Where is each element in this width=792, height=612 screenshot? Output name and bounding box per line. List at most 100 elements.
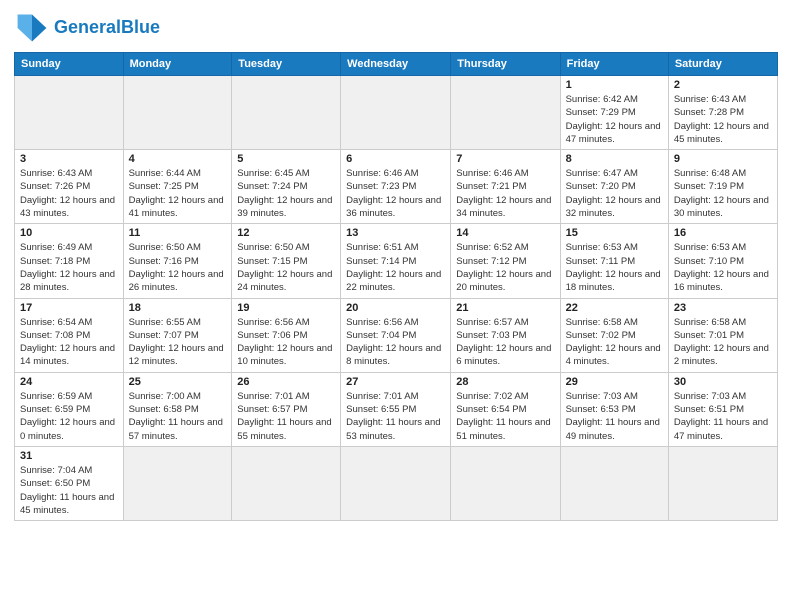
day-number: 20 (346, 302, 445, 314)
day-info: Sunrise: 7:01 AM Sunset: 6:57 PM Dayligh… (237, 390, 335, 443)
day-info: Sunrise: 6:56 AM Sunset: 7:06 PM Dayligh… (237, 316, 335, 369)
day-cell: 9 Sunrise: 6:48 AM Sunset: 7:19 PM Daylig… (668, 150, 777, 224)
day-info: Sunrise: 6:53 AM Sunset: 7:10 PM Dayligh… (674, 241, 772, 294)
day-info: Sunrise: 6:50 AM Sunset: 7:15 PM Dayligh… (237, 241, 335, 294)
day-info: Sunrise: 7:03 AM Sunset: 6:51 PM Dayligh… (674, 390, 772, 443)
day-number: 28 (456, 376, 554, 388)
day-cell (232, 446, 341, 520)
day-info: Sunrise: 6:50 AM Sunset: 7:16 PM Dayligh… (129, 241, 227, 294)
day-number: 8 (566, 153, 663, 165)
day-number: 6 (346, 153, 445, 165)
day-cell: 22Sunrise: 6:58 AM Sunset: 7:02 PM Dayli… (560, 298, 668, 372)
day-cell: 27 Sunrise: 7:01 AM Sunset: 6:55 PM Dayli… (341, 372, 451, 446)
day-number: 22 (566, 302, 663, 314)
week-row-5: 24 Sunrise: 6:59 AM Sunset: 6:59 PM Dayli… (15, 372, 778, 446)
weekday-sunday: Sunday (15, 53, 124, 76)
day-info: Sunrise: 6:44 AM Sunset: 7:25 PM Dayligh… (129, 167, 227, 220)
day-info: Sunrise: 6:43 AM Sunset: 7:28 PM Dayligh… (674, 93, 772, 146)
weekday-monday: Monday (123, 53, 232, 76)
logo-general: General (54, 17, 121, 37)
day-number: 4 (129, 153, 227, 165)
day-number: 1 (566, 79, 663, 91)
day-number: 7 (456, 153, 554, 165)
day-cell: 6 Sunrise: 6:46 AM Sunset: 7:23 PM Daylig… (341, 150, 451, 224)
day-number: 25 (129, 376, 227, 388)
day-cell: 4 Sunrise: 6:44 AM Sunset: 7:25 PM Daylig… (123, 150, 232, 224)
calendar: SundayMondayTuesdayWednesdayThursdayFrid… (14, 52, 778, 521)
day-number: 5 (237, 153, 335, 165)
day-cell: 28Sunrise: 7:02 AM Sunset: 6:54 PM Dayli… (451, 372, 560, 446)
day-info: Sunrise: 6:42 AM Sunset: 7:29 PM Dayligh… (566, 93, 663, 146)
logo: GeneralBlue (14, 10, 160, 46)
weekday-wednesday: Wednesday (341, 53, 451, 76)
day-cell: 15 Sunrise: 6:53 AM Sunset: 7:11 PM Dayli… (560, 224, 668, 298)
day-cell: 31Sunrise: 7:04 AM Sunset: 6:50 PM Dayli… (15, 446, 124, 520)
day-info: Sunrise: 6:51 AM Sunset: 7:14 PM Dayligh… (346, 241, 445, 294)
day-cell: 14Sunrise: 6:52 AM Sunset: 7:12 PM Dayli… (451, 224, 560, 298)
week-row-3: 10 Sunrise: 6:49 AM Sunset: 7:18 PM Dayli… (15, 224, 778, 298)
day-number: 15 (566, 227, 663, 239)
day-info: Sunrise: 6:56 AM Sunset: 7:04 PM Dayligh… (346, 316, 445, 369)
weekday-header-row: SundayMondayTuesdayWednesdayThursdayFrid… (15, 53, 778, 76)
day-cell (560, 446, 668, 520)
day-number: 29 (566, 376, 663, 388)
day-cell: 24 Sunrise: 6:59 AM Sunset: 6:59 PM Dayli… (15, 372, 124, 446)
day-info: Sunrise: 6:55 AM Sunset: 7:07 PM Dayligh… (129, 316, 227, 369)
day-cell (123, 76, 232, 150)
day-cell: 11Sunrise: 6:50 AM Sunset: 7:16 PM Dayli… (123, 224, 232, 298)
day-cell (341, 446, 451, 520)
day-info: Sunrise: 6:59 AM Sunset: 6:59 PM Dayligh… (20, 390, 118, 443)
day-number: 2 (674, 79, 772, 91)
day-info: Sunrise: 6:45 AM Sunset: 7:24 PM Dayligh… (237, 167, 335, 220)
day-info: Sunrise: 6:54 AM Sunset: 7:08 PM Dayligh… (20, 316, 118, 369)
day-cell: 26Sunrise: 7:01 AM Sunset: 6:57 PM Dayli… (232, 372, 341, 446)
week-row-6: 31Sunrise: 7:04 AM Sunset: 6:50 PM Dayli… (15, 446, 778, 520)
day-number: 9 (674, 153, 772, 165)
day-number: 18 (129, 302, 227, 314)
day-info: Sunrise: 6:43 AM Sunset: 7:26 PM Dayligh… (20, 167, 118, 220)
day-number: 19 (237, 302, 335, 314)
day-cell: 30 Sunrise: 7:03 AM Sunset: 6:51 PM Dayli… (668, 372, 777, 446)
day-number: 24 (20, 376, 118, 388)
week-row-1: 1 Sunrise: 6:42 AM Sunset: 7:29 PM Daylig… (15, 76, 778, 150)
day-cell (451, 76, 560, 150)
week-row-2: 3 Sunrise: 6:43 AM Sunset: 7:26 PM Daylig… (15, 150, 778, 224)
day-cell (341, 76, 451, 150)
day-number: 10 (20, 227, 118, 239)
day-cell: 1 Sunrise: 6:42 AM Sunset: 7:29 PM Daylig… (560, 76, 668, 150)
day-cell: 16 Sunrise: 6:53 AM Sunset: 7:10 PM Dayli… (668, 224, 777, 298)
logo-icon (14, 10, 50, 46)
day-cell: 12Sunrise: 6:50 AM Sunset: 7:15 PM Dayli… (232, 224, 341, 298)
day-number: 16 (674, 227, 772, 239)
day-number: 27 (346, 376, 445, 388)
header: GeneralBlue (14, 10, 778, 46)
day-cell (668, 446, 777, 520)
day-cell: 3 Sunrise: 6:43 AM Sunset: 7:26 PM Daylig… (15, 150, 124, 224)
day-cell: 2 Sunrise: 6:43 AM Sunset: 7:28 PM Daylig… (668, 76, 777, 150)
day-number: 21 (456, 302, 554, 314)
day-info: Sunrise: 7:01 AM Sunset: 6:55 PM Dayligh… (346, 390, 445, 443)
day-cell: 7 Sunrise: 6:46 AM Sunset: 7:21 PM Daylig… (451, 150, 560, 224)
day-info: Sunrise: 6:49 AM Sunset: 7:18 PM Dayligh… (20, 241, 118, 294)
day-number: 3 (20, 153, 118, 165)
day-info: Sunrise: 6:48 AM Sunset: 7:19 PM Dayligh… (674, 167, 772, 220)
logo-text: GeneralBlue (54, 18, 160, 38)
day-info: Sunrise: 6:46 AM Sunset: 7:21 PM Dayligh… (456, 167, 554, 220)
day-number: 30 (674, 376, 772, 388)
weekday-saturday: Saturday (668, 53, 777, 76)
day-info: Sunrise: 6:46 AM Sunset: 7:23 PM Dayligh… (346, 167, 445, 220)
page: GeneralBlue SundayMondayTuesdayWednesday… (0, 0, 792, 531)
day-info: Sunrise: 7:03 AM Sunset: 6:53 PM Dayligh… (566, 390, 663, 443)
day-cell: 21 Sunrise: 6:57 AM Sunset: 7:03 PM Dayli… (451, 298, 560, 372)
day-info: Sunrise: 6:57 AM Sunset: 7:03 PM Dayligh… (456, 316, 554, 369)
day-cell (451, 446, 560, 520)
day-cell: 18 Sunrise: 6:55 AM Sunset: 7:07 PM Dayli… (123, 298, 232, 372)
day-info: Sunrise: 6:53 AM Sunset: 7:11 PM Dayligh… (566, 241, 663, 294)
day-cell: 13Sunrise: 6:51 AM Sunset: 7:14 PM Dayli… (341, 224, 451, 298)
day-info: Sunrise: 6:58 AM Sunset: 7:01 PM Dayligh… (674, 316, 772, 369)
day-cell: 23Sunrise: 6:58 AM Sunset: 7:01 PM Dayli… (668, 298, 777, 372)
day-cell: 20 Sunrise: 6:56 AM Sunset: 7:04 PM Dayli… (341, 298, 451, 372)
day-number: 17 (20, 302, 118, 314)
logo-blue: Blue (121, 17, 160, 37)
day-cell (123, 446, 232, 520)
